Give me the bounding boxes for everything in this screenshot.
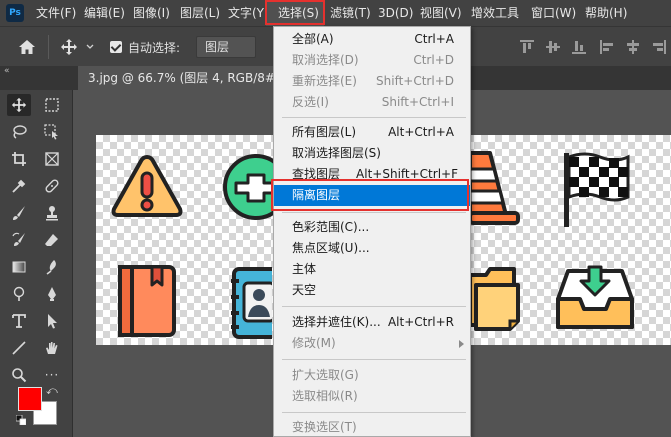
eyedropper-tool[interactable] — [7, 175, 31, 197]
menu-item-deselect-layers[interactable]: 取消选择图层(S) — [274, 143, 470, 164]
menu-plugins[interactable]: 增效工具 — [471, 0, 519, 26]
menu-item-find-layers[interactable]: 查找图层 Alt+Shift+Ctrl+F — [274, 164, 470, 185]
history-brush-tool[interactable] — [7, 229, 31, 251]
lasso-tool[interactable] — [7, 121, 31, 143]
menu-item-sky[interactable]: 天空 — [274, 280, 470, 301]
document-tab-title: 3.jpg @ 66.7% (图层 4, RGB/8#) * — [88, 71, 290, 85]
hand-tool[interactable] — [40, 337, 64, 359]
align-right-icon[interactable] — [652, 40, 666, 54]
menu-view[interactable]: 视图(V) — [420, 0, 462, 26]
menu-item-select-all[interactable]: 全部(A) Ctrl+A — [274, 29, 470, 50]
home-icon[interactable] — [18, 39, 36, 55]
align-left-icon[interactable] — [600, 40, 614, 54]
menu-layer[interactable]: 图层(L) — [180, 0, 220, 26]
menu-type[interactable]: 文字(Y) — [228, 0, 269, 26]
menu-bar: Ps 文件(F) 编辑(E) 图像(I) 图层(L) 文字(Y) 选择(S) 滤… — [0, 0, 671, 26]
healing-brush-tool[interactable] — [40, 175, 64, 197]
folder-icon — [470, 267, 520, 331]
path-selection-tool[interactable] — [40, 310, 64, 332]
menu-item-deselect[interactable]: 取消选择(D) Ctrl+D — [274, 50, 470, 71]
align-top-icon[interactable] — [520, 40, 534, 54]
menu-item-reselect[interactable]: 重新选择(E) Shift+Ctrl+D — [274, 71, 470, 92]
document-tab[interactable]: 3.jpg @ 66.7% (图层 4, RGB/8#) * × — [78, 66, 311, 90]
pen-tool[interactable] — [40, 283, 64, 305]
menu-filter[interactable]: 滤镜(T) — [330, 0, 371, 26]
align-bottom-icon[interactable] — [572, 40, 586, 54]
menu-file[interactable]: 文件(F) — [36, 0, 76, 26]
menu-item-color-range[interactable]: 色彩范围(C)... — [274, 217, 470, 238]
menu-window[interactable]: 窗口(W) — [531, 0, 576, 26]
foreground-color-swatch[interactable] — [18, 387, 42, 411]
menu-item-select-and-mask[interactable]: 选择并遮住(K)... Alt+Ctrl+R — [274, 312, 470, 333]
menu-item-inverse[interactable]: 反选(I) Shift+Ctrl+I — [274, 92, 470, 113]
menu-separator — [282, 117, 466, 118]
zoom-tool[interactable] — [7, 364, 31, 386]
menu-item-all-layers[interactable]: 所有图层(L) Alt+Ctrl+A — [274, 122, 470, 143]
menu-item-grow[interactable]: 扩大选取(G) — [274, 365, 470, 386]
align-horizontal-center-icon[interactable] — [626, 40, 640, 54]
menu-item-focus-area[interactable]: 焦点区域(U)... — [274, 238, 470, 259]
frame-tool[interactable] — [40, 148, 64, 170]
book-icon — [118, 265, 176, 337]
menu-separator — [282, 306, 466, 307]
options-separator — [48, 35, 49, 59]
contact-book-icon — [231, 267, 272, 339]
crop-tool[interactable] — [7, 148, 31, 170]
menu-item-transform-selection[interactable]: 变换选区(T) — [274, 417, 470, 437]
menu-item-similar[interactable]: 选取相似(R) — [274, 386, 470, 407]
swap-colors-icon[interactable]: ⤺ — [46, 384, 58, 398]
menu-separator — [282, 412, 466, 413]
photoshop-logo-icon: Ps — [6, 4, 24, 22]
warning-icon — [111, 155, 183, 217]
menu-item-subject[interactable]: 主体 — [274, 259, 470, 280]
auto-select-label: 自动选择: — [128, 41, 181, 55]
download-tray-icon — [556, 265, 634, 329]
auto-select-checkbox[interactable] — [110, 41, 122, 53]
menu-separator — [282, 212, 466, 213]
submenu-arrow-icon — [459, 340, 464, 348]
menu-image[interactable]: 图像(I) — [133, 0, 170, 26]
more-tools-icon[interactable]: ··· — [40, 364, 64, 386]
default-colors-icon[interactable] — [16, 415, 26, 425]
menu-edit[interactable]: 编辑(E) — [84, 0, 125, 26]
marquee-tool[interactable] — [40, 94, 64, 116]
line-tool[interactable] — [7, 337, 31, 359]
checkered-flag-icon — [564, 152, 630, 227]
menu-item-modify[interactable]: 修改(M) — [274, 333, 470, 354]
menu-item-isolate-layers[interactable]: 隔离图层 — [274, 185, 470, 206]
dodge-tool[interactable] — [7, 283, 31, 305]
type-tool[interactable] — [7, 310, 31, 332]
chevron-down-icon[interactable] — [86, 44, 94, 50]
select-menu-dropdown: 全部(A) Ctrl+A 取消选择(D) Ctrl+D 重新选择(E) Shift+C… — [273, 26, 471, 437]
align-vertical-center-icon[interactable] — [546, 40, 560, 54]
eraser-tool[interactable] — [40, 229, 64, 251]
blur-tool[interactable] — [40, 256, 64, 278]
menu-separator — [282, 359, 466, 360]
menu-select[interactable]: 选择(S) — [266, 0, 324, 26]
move-tool[interactable] — [7, 94, 31, 116]
clone-stamp-tool[interactable] — [40, 202, 64, 224]
menu-help[interactable]: 帮助(H) — [585, 0, 627, 26]
menu-3d[interactable]: 3D(D) — [378, 0, 413, 26]
tools-panel: ··· ⤺ — [0, 90, 73, 437]
brush-tool[interactable] — [7, 202, 31, 224]
collapse-panel-icon[interactable]: « — [4, 66, 10, 76]
object-selection-tool[interactable] — [40, 121, 64, 143]
move-tool-icon[interactable] — [60, 38, 78, 56]
auto-select-target-dropdown[interactable]: 图层 — [196, 36, 256, 58]
traffic-cone-icon — [470, 151, 520, 225]
gradient-tool[interactable] — [7, 256, 31, 278]
